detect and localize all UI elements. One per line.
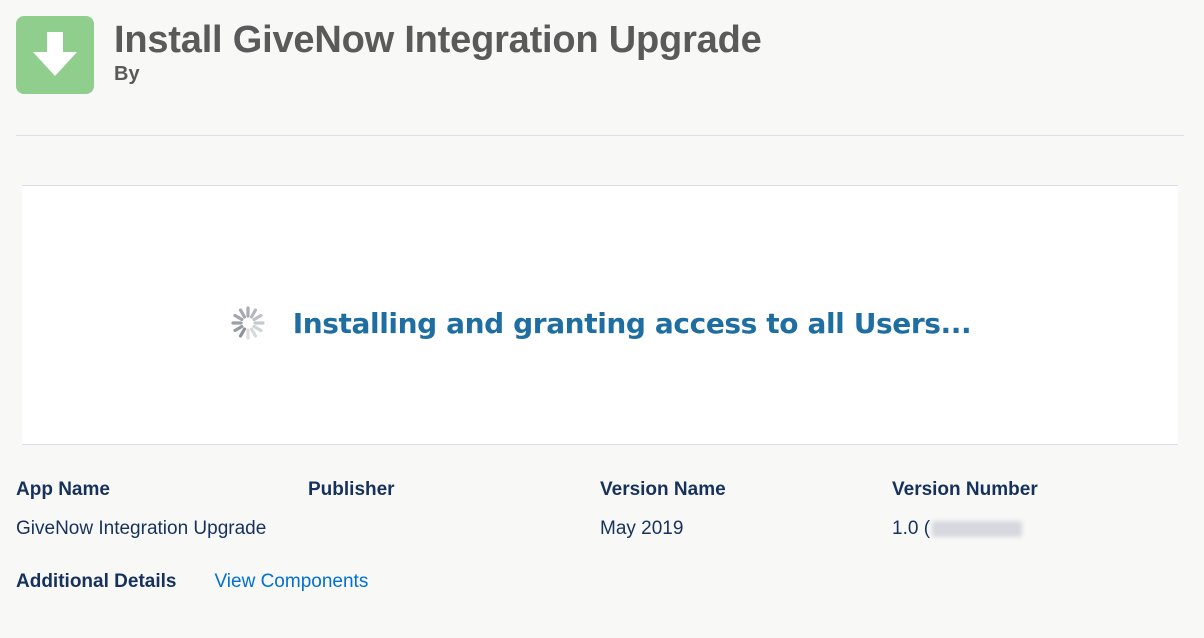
version-name-label: Version Name — [600, 479, 726, 500]
app-name-column: App Name GiveNow Integration Upgrade — [16, 478, 266, 541]
page-header: Install GiveNow Integration Upgrade By — [16, 16, 1184, 96]
version-number-label: Version Number — [892, 479, 1038, 500]
additional-details-row: Additional Details View Components — [16, 570, 368, 594]
version-name-column: Version Name May 2019 — [600, 478, 726, 541]
title-block: Install GiveNow Integration Upgrade By — [114, 18, 762, 86]
app-name-value: GiveNow Integration Upgrade — [16, 518, 267, 539]
publisher-label: Publisher — [308, 479, 395, 500]
version-number-column: Version Number 1.0 ( — [892, 478, 1038, 541]
loading-spinner-icon — [229, 304, 267, 342]
page-title: Install GiveNow Integration Upgrade — [114, 19, 762, 61]
additional-details-label: Additional Details — [16, 571, 177, 592]
install-progress-panel: Installing and granting access to all Us… — [22, 185, 1178, 445]
version-number-text: 1.0 ( — [892, 518, 931, 539]
version-number-value: 1.0 ( — [892, 517, 1038, 541]
redacted-text — [932, 520, 1023, 537]
app-icon — [16, 16, 94, 94]
publisher-by-line: By — [114, 63, 140, 85]
view-components-link[interactable]: View Components — [214, 571, 368, 593]
progress-message: Installing and granting access to all Us… — [292, 306, 972, 340]
version-name-value: May 2019 — [600, 518, 684, 539]
progress-row: Installing and granting access to all Us… — [22, 304, 1178, 342]
download-arrow-icon — [33, 32, 77, 76]
publisher-column: Publisher — [308, 478, 395, 517]
header-divider — [16, 135, 1184, 136]
app-name-label: App Name — [16, 479, 110, 500]
